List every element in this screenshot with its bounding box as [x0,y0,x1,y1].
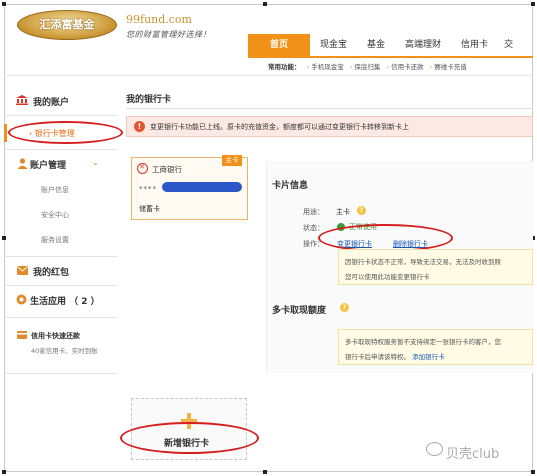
envelope-icon [17,266,28,275]
help-icon[interactable]: ? [340,303,349,312]
wechat-icon [426,442,443,456]
title-divider [126,108,533,109]
tip-line: 银行卡后申请该特权。 添加银行卡 [345,351,445,361]
highlight-ring [318,224,453,252]
usage-label: 用途： [303,208,324,216]
quick-link-topup[interactable]: 赛维卡充值 [430,63,467,71]
card-info-title: 卡片信息 [272,181,309,191]
alert-icon: ! [134,121,145,132]
page-title: 我的银行卡 [126,95,172,105]
frame-corner [2,470,6,474]
sidebar-red-packet[interactable]: 我的红包 [33,265,69,278]
multi-card-tip: 多卡取现特权服务暂不支持绑定一张银行卡的客户，您 银行卡后申请该特权。 添加银行… [338,329,533,365]
sidebar-item-security[interactable]: 安全中心 [41,210,69,220]
tip-line: 您可以使用此功能变更银行卡 [345,273,430,281]
logo-text: 汇添富基金 [39,18,95,31]
credit-card-icon [17,331,27,339]
frame-corner [2,236,6,240]
usage-value: 主卡 [336,208,350,216]
frame-corner [2,2,6,6]
quick-link-collect[interactable]: 保底归集 [350,63,381,71]
sidebar-credit-desc: 40家信用卡、实时到账 [31,347,98,355]
site-url: 99fund.com [126,13,192,26]
notice-text: 变更银行卡功能已上线。原卡的充值资金，额度都可以通过变更银行卡转移到新卡上 [150,123,409,131]
chevron-down-icon[interactable]: ⌄ [92,158,99,167]
sidebar-divider [4,256,117,257]
frame-corner [263,2,267,6]
nav-trade[interactable]: 交 [498,34,519,56]
frame-corner [263,470,267,474]
sidebar-divider [4,317,117,318]
sidebar-account-mgmt[interactable]: 账户管理 [30,158,66,171]
frame-corner [531,2,535,6]
user-icon [17,158,28,169]
highlight-ring [120,422,259,454]
sidebar-life-app[interactable]: 生活应用 （ 2 ） [30,294,100,307]
card-number-redaction [162,182,242,192]
tip-line: 因银行卡状态不正常，导致无法交易，无法及时收到赎 [345,258,501,266]
card-number-mask: **** [139,185,157,193]
nav-cash[interactable]: 现金宝 [310,34,357,56]
tip-line-text: 银行卡后申请该特权。 [345,353,410,361]
watermark-text: 贝壳club [446,447,500,462]
nav-home[interactable]: 首页 [248,34,310,56]
nav-underline [248,56,533,58]
bank-icon [16,95,28,105]
sidebar-item-account-info[interactable]: 账户信息 [41,185,69,195]
multi-card-title: 多卡取现额度 [272,306,327,316]
primary-card-badge: 主卡 [222,155,242,166]
sidebar-credit-repay[interactable]: 信用卡快速还款 [31,331,80,341]
bank-card[interactable]: 主卡 工商银行 **** 储蓄卡 [131,155,248,220]
add-card-link[interactable]: 添加银行卡 [412,353,445,361]
header-divider [4,75,533,76]
quick-links-bar: 常用功能： 手机现金宝 保底归集 信用卡还款 赛维卡充值 [268,61,471,71]
nav-wealth[interactable]: 高端理财 [395,34,451,56]
help-icon[interactable]: ? [357,206,366,215]
tip-line: 多卡取现特权服务暂不支持绑定一张银行卡的客户，您 [345,338,501,346]
sidebar-item-settings[interactable]: 服务设置 [41,235,69,245]
frame-corner [531,470,535,474]
life-app-icon [16,294,27,305]
nav-fund[interactable]: 基金 [357,34,395,56]
quick-link-mobile[interactable]: 手机现金宝 [307,63,344,71]
icbc-logo-icon [137,163,148,174]
site-logo[interactable]: 汇添富基金 [17,10,117,40]
sidebar-divider [4,149,117,150]
site-slogan: 您的财富管理好选择！ [126,30,211,39]
main-nav: 首页 现金宝 基金 高端理财 信用卡 交 [248,34,519,56]
quick-links-label: 常用功能： [268,63,301,71]
status-label: 状态： [303,224,324,232]
sidebar-divider [4,285,117,286]
nav-credit-card[interactable]: 信用卡 [451,34,498,56]
change-card-tip: 因银行卡状态不正常，导致无法交易，无法及时收到赎 您可以使用此功能变更银行卡 [338,249,533,285]
sidebar-divider [4,115,117,116]
notice-banner: ! 变更银行卡功能已上线。原卡的充值资金，额度都可以通过变更银行卡转移到新卡上 [126,116,533,137]
quick-link-repay[interactable]: 信用卡还款 [386,63,423,71]
sidebar-my-account[interactable]: 我的账户 [33,95,69,108]
card-bank-name: 工商银行 [152,165,182,174]
sidebar-divider [4,373,117,374]
card-type: 储蓄卡 [139,205,160,213]
highlight-ring [8,121,123,144]
